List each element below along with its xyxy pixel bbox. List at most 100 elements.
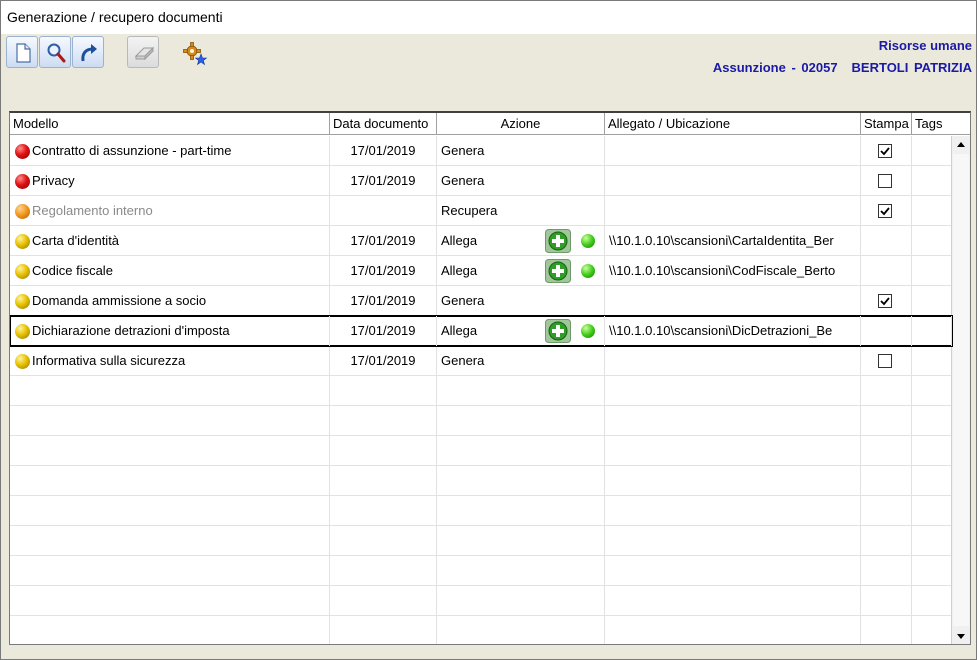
empty-cell xyxy=(10,496,330,526)
cell-date[interactable]: 17/01/2019 xyxy=(330,166,437,196)
scroll-up-button[interactable] xyxy=(952,136,970,153)
empty-cell xyxy=(605,616,861,644)
table-row[interactable]: Informativa sulla sicurezza 17/01/2019 Gen… xyxy=(10,346,952,376)
assignment-label: Assunzione - 02057 xyxy=(712,60,838,75)
cell-tags[interactable] xyxy=(912,346,952,376)
cell-date[interactable]: 17/01/2019 xyxy=(330,256,437,286)
cell-date[interactable]: 17/01/2019 xyxy=(330,226,437,256)
scroll-down-button[interactable] xyxy=(952,628,970,644)
cell-model[interactable]: Regolamento interno xyxy=(10,196,330,226)
cell-date[interactable]: 17/01/2019 xyxy=(330,136,437,166)
scroll-thumb[interactable] xyxy=(953,154,969,626)
cell-model[interactable]: Privacy xyxy=(10,166,330,196)
empty-cell xyxy=(605,436,861,466)
action-label: Allega xyxy=(441,233,478,248)
action-label: Genera xyxy=(441,353,485,368)
print-checkbox[interactable] xyxy=(878,294,892,308)
empty-cell xyxy=(10,526,330,556)
column-header-attachment[interactable]: Allegato / Ubicazione xyxy=(605,113,861,135)
cell-action[interactable]: Recupera xyxy=(437,196,605,226)
cell-print xyxy=(861,316,912,346)
cell-attachment[interactable]: \\10.1.0.10\scansioni\DicDetrazioni_Be xyxy=(605,316,861,346)
empty-cell xyxy=(912,526,952,556)
cell-date[interactable] xyxy=(330,196,437,226)
empty-cell xyxy=(330,556,437,586)
cell-action[interactable]: Allega xyxy=(437,316,605,346)
cell-action[interactable]: Genera xyxy=(437,346,605,376)
column-header-print[interactable]: Stampa xyxy=(861,113,912,135)
print-checkbox[interactable] xyxy=(878,354,892,368)
cell-tags[interactable] xyxy=(912,256,952,286)
column-header-action[interactable]: Azione xyxy=(437,113,605,135)
column-header-model[interactable]: Modello xyxy=(10,113,330,135)
table-row[interactable]: Dichiarazione detrazioni d'imposta 17/01/… xyxy=(10,315,953,347)
cell-model[interactable]: Contratto di assunzione - part-time xyxy=(10,136,330,166)
empty-cell xyxy=(330,466,437,496)
empty-cell xyxy=(861,586,912,616)
search-button[interactable] xyxy=(39,36,71,68)
department-label: Risorse umane xyxy=(878,38,972,53)
cell-tags[interactable] xyxy=(912,226,952,256)
table-row[interactable]: Contratto di assunzione - part-time 17/01… xyxy=(10,136,952,166)
print-checkbox[interactable] xyxy=(878,144,892,158)
cell-attachment[interactable] xyxy=(605,196,861,226)
cell-action[interactable]: Allega xyxy=(437,256,605,286)
model-label: Contratto di assunzione - part-time xyxy=(32,143,232,158)
column-header-date[interactable]: Data documento xyxy=(330,113,437,135)
cell-model[interactable]: Dichiarazione detrazioni d'imposta xyxy=(10,316,330,346)
empty-cell xyxy=(330,376,437,406)
vertical-scrollbar[interactable] xyxy=(951,136,970,644)
cell-tags[interactable] xyxy=(912,166,952,196)
empty-cell xyxy=(605,526,861,556)
cell-action[interactable]: Allega xyxy=(437,226,605,256)
empty-cell xyxy=(861,496,912,526)
cell-model[interactable]: Carta d'identità xyxy=(10,226,330,256)
cell-date[interactable]: 17/01/2019 xyxy=(330,286,437,316)
table-row[interactable]: Codice fiscale 17/01/2019 Allega \\10.1.0.1… xyxy=(10,256,952,286)
cell-tags[interactable] xyxy=(912,196,952,226)
cell-tags[interactable] xyxy=(912,136,952,166)
table-row[interactable]: Privacy 17/01/2019 Genera xyxy=(10,166,952,196)
empty-cell xyxy=(10,466,330,496)
add-attachment-icon[interactable] xyxy=(545,229,571,253)
table-row[interactable]: Carta d'identità 17/01/2019 Allega \\10.1.0… xyxy=(10,226,952,256)
redo-button[interactable] xyxy=(72,36,104,68)
empty-cell xyxy=(10,376,330,406)
empty-row xyxy=(10,526,952,556)
cell-date[interactable]: 17/01/2019 xyxy=(330,316,437,346)
cell-action[interactable]: Genera xyxy=(437,166,605,196)
redo-arrow-icon xyxy=(81,44,97,62)
cell-attachment[interactable] xyxy=(605,286,861,316)
cell-attachment[interactable] xyxy=(605,346,861,376)
cell-model[interactable]: Informativa sulla sicurezza xyxy=(10,346,330,376)
empty-cell xyxy=(437,586,605,616)
settings-button[interactable] xyxy=(177,36,209,68)
print-checkbox[interactable] xyxy=(878,174,892,188)
cell-model[interactable]: Codice fiscale xyxy=(10,256,330,286)
cell-attachment[interactable] xyxy=(605,136,861,166)
column-header-tags[interactable]: Tags xyxy=(912,113,970,135)
new-document-button[interactable] xyxy=(6,36,38,68)
cell-attachment[interactable]: \\10.1.0.10\scansioni\CartaIdentita_Ber xyxy=(605,226,861,256)
table-row[interactable]: Domanda ammissione a socio 17/01/2019 Gene… xyxy=(10,286,952,316)
empty-row xyxy=(10,616,952,644)
cell-action[interactable]: Genera xyxy=(437,286,605,316)
table-row[interactable]: Regolamento interno Recupera xyxy=(10,196,952,226)
empty-cell xyxy=(330,616,437,644)
add-attachment-icon[interactable] xyxy=(545,319,571,343)
cell-tags[interactable] xyxy=(912,286,952,316)
add-attachment-icon[interactable] xyxy=(545,259,571,283)
cell-tags[interactable] xyxy=(912,316,952,346)
cell-model[interactable]: Domanda ammissione a socio xyxy=(10,286,330,316)
cell-attachment[interactable] xyxy=(605,166,861,196)
cell-date[interactable]: 17/01/2019 xyxy=(330,346,437,376)
empty-cell xyxy=(861,616,912,644)
print-checkbox[interactable] xyxy=(878,204,892,218)
eraser-button[interactable] xyxy=(127,36,159,68)
arrow-up-icon xyxy=(957,142,965,147)
empty-cell xyxy=(912,496,952,526)
cell-action[interactable]: Genera xyxy=(437,136,605,166)
cell-attachment[interactable]: \\10.1.0.10\scansioni\CodFiscale_Berto xyxy=(605,256,861,286)
magnifier-icon xyxy=(47,43,66,63)
empty-cell xyxy=(437,376,605,406)
